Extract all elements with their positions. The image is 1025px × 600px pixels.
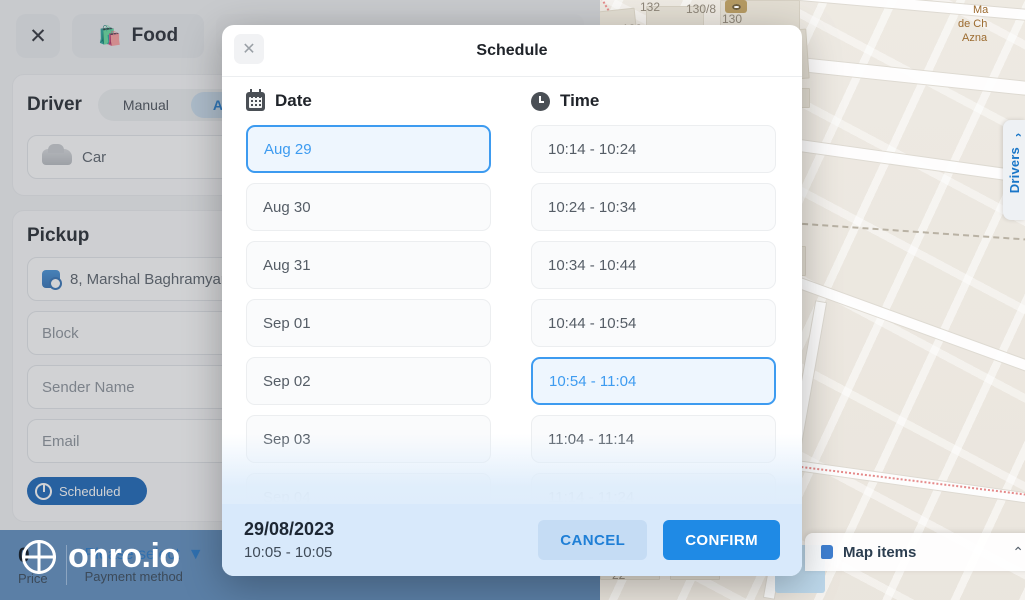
modal-header: ✕ Schedule [222, 25, 802, 77]
date-option[interactable]: Aug 29 [246, 125, 491, 173]
time-column-title: Time [560, 91, 600, 110]
modal-title: Schedule [476, 41, 548, 59]
clock-icon [531, 91, 550, 111]
selected-date: 29/08/2023 [244, 519, 335, 540]
chevron-up-icon[interactable]: ⌃ [1012, 544, 1024, 561]
divider [65, 545, 67, 585]
payment-method-block[interactable]: Please select ▼ Payment method [84, 545, 204, 584]
date-option[interactable]: Aug 30 [246, 183, 491, 231]
confirm-button[interactable]: CONFIRM [663, 520, 780, 560]
flag-icon [821, 545, 833, 559]
modal-footer: 29/08/2023 10:05 - 10:05 CANCEL CONFIRM [222, 504, 802, 576]
date-column-title: Date [275, 91, 312, 110]
time-option[interactable]: 10:24 - 10:34 [531, 183, 776, 231]
time-option[interactable]: 10:54 - 11:04 [531, 357, 776, 405]
date-option[interactable]: Sep 02 [246, 357, 491, 405]
date-column-header: Date [246, 88, 491, 111]
modal-close-button[interactable]: ✕ [234, 34, 264, 64]
payment-method-select[interactable]: Please select ▼ [84, 545, 204, 563]
time-option[interactable]: 10:34 - 10:44 [531, 241, 776, 289]
payment-method-label: Payment method [84, 568, 183, 584]
chevron-up-icon: ‹ [1012, 133, 1025, 137]
map-house-number: 130 [722, 12, 743, 26]
price-block: 0 Price [18, 545, 48, 586]
time-option[interactable]: 11:04 - 11:14 [531, 415, 776, 463]
date-option[interactable]: Aug 31 [246, 241, 491, 289]
time-option[interactable]: 10:44 - 10:54 [531, 299, 776, 347]
chevron-down-icon[interactable]: ▼ [188, 546, 204, 563]
date-option[interactable]: Sep 01 [246, 299, 491, 347]
map-place-label: de Ch [958, 18, 988, 30]
time-option[interactable]: 10:14 - 10:24 [531, 125, 776, 173]
map-items-label: Map items [843, 543, 917, 561]
map-items-panel[interactable]: Map items ⌃ [805, 533, 1025, 571]
date-options-list[interactable]: Aug 29 Aug 30 Aug 31 Sep 01 Sep 02 Sep 03 Sep … [246, 125, 491, 504]
modal-body: Date Aug 29 Aug 30 Aug 31 Sep 01 Sep 02 Sep 0… [222, 77, 802, 504]
drivers-tab-label: Drivers [1006, 146, 1022, 194]
app-root: ⚱ ⚖ 🏛 📖 🎵 P ➤ ➤ ➤ ⚑ ⚑ ⚑ 126128118130/813… [0, 0, 1025, 600]
map-place-label: Azna [962, 32, 988, 44]
price-value: 0 [18, 543, 30, 567]
cancel-button[interactable]: CANCEL [538, 520, 648, 560]
map-house-number: 130/8 [686, 2, 717, 16]
selected-time: 10:05 - 10:05 [244, 543, 333, 561]
time-options-list[interactable]: 10:14 - 10:24 10:24 - 10:34 10:34 - 10:44 1… [531, 125, 776, 504]
date-option[interactable]: Sep 04 [246, 473, 491, 504]
time-column-header: Time [531, 91, 776, 111]
schedule-modal: ✕ Schedule Date Aug 29 Aug 30 Aug 31 Sep 01… [222, 25, 802, 576]
calendar-icon [246, 88, 265, 111]
date-column: Date Aug 29 Aug 30 Aug 31 Sep 01 Sep 02 Sep 0… [246, 88, 491, 504]
map-house-number: 132 [640, 0, 661, 14]
price-label: Price [18, 570, 48, 586]
time-option[interactable]: 11:14 - 11:24 [531, 473, 776, 504]
time-column: Time 10:14 - 10:24 10:24 - 10:34 10:34 - 1… [531, 91, 776, 504]
payment-method-value: Please select [84, 545, 180, 563]
date-option[interactable]: Sep 03 [246, 415, 491, 463]
selected-summary: 29/08/2023 10:05 - 10:05 [244, 519, 522, 561]
map-place-label: Ma [973, 4, 989, 16]
